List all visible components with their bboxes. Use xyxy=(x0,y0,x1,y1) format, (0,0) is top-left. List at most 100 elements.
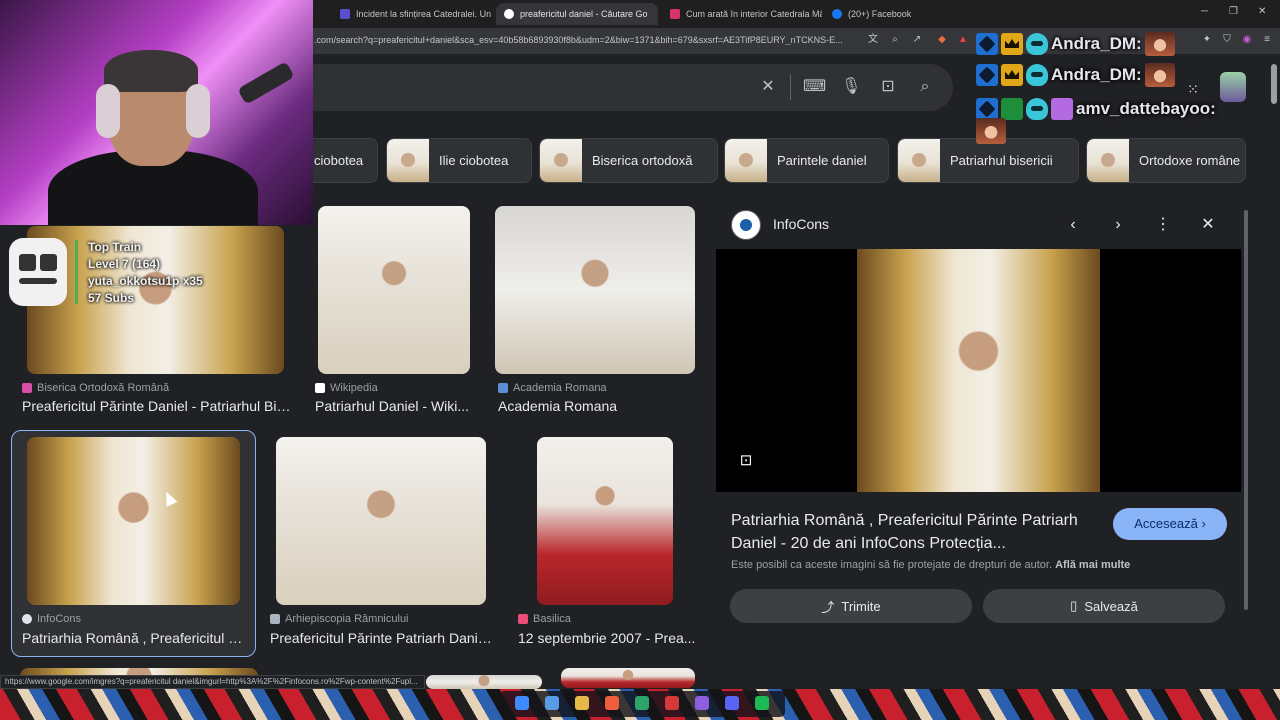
zoom-icon[interactable]: ⌕ xyxy=(888,33,902,47)
google-icon xyxy=(504,9,514,19)
panel-scrollbar[interactable] xyxy=(1244,210,1248,610)
chevron-right-icon: › xyxy=(1201,516,1206,531)
chevron-right-icon[interactable]: › xyxy=(1107,214,1129,236)
chip-ortodoxe-romane[interactable]: Ortodoxe române xyxy=(1086,138,1246,183)
tab-catedrala[interactable]: Cum arată în interior Catedrala Mânt xyxy=(662,3,822,25)
chip-label: Biserica ortodoxă xyxy=(592,153,693,168)
result-image[interactable] xyxy=(537,437,673,605)
brave-icon[interactable] xyxy=(605,696,619,710)
result-title[interactable]: Preafericitul Părinte Daniel - Patriarhu… xyxy=(22,398,292,414)
chip-thumbnail xyxy=(898,139,940,182)
vpn-icon[interactable]: ◉ xyxy=(1240,33,1254,47)
source-favicon-icon xyxy=(498,383,508,393)
source-name: Basilica xyxy=(533,613,571,625)
chip-biserica-ortodoxa[interactable]: Biserica ortodoxă xyxy=(539,138,718,183)
result-image[interactable] xyxy=(27,437,240,605)
share-icon: ⤴ xyxy=(821,599,835,615)
microphone-arm xyxy=(237,61,295,105)
result-title[interactable]: Patriarhia Română , Preafericitul P... xyxy=(22,630,247,646)
extension-icon[interactable]: ✦ xyxy=(1200,33,1214,47)
minimize-icon[interactable]: ─ xyxy=(1201,6,1208,17)
shield-icon[interactable]: ⛉ xyxy=(1220,33,1234,47)
chip-label: ciobotea xyxy=(314,153,364,168)
apps-grid-icon[interactable]: ⁙ xyxy=(1184,80,1202,98)
result-image[interactable] xyxy=(426,675,542,689)
result-source[interactable]: Wikipedia xyxy=(315,382,378,394)
tab-title: (20+) Facebook xyxy=(848,9,912,19)
chip-label: Ortodoxe române xyxy=(1139,153,1241,168)
source-favicon-icon xyxy=(22,614,32,624)
lens-icon[interactable]: ⊡ xyxy=(878,77,898,97)
share-button[interactable]: ⤴ Trimite xyxy=(730,589,972,623)
clear-search-icon[interactable]: ✕ xyxy=(758,77,778,97)
app-icon[interactable] xyxy=(635,696,649,710)
close-window-icon[interactable]: ✕ xyxy=(1258,6,1266,17)
close-icon[interactable]: ✕ xyxy=(1197,214,1219,236)
maximize-icon[interactable]: ❐ xyxy=(1229,6,1238,17)
result-image[interactable] xyxy=(318,206,470,374)
result-image[interactable] xyxy=(276,437,486,605)
bookmark-icon: ▯ xyxy=(1070,598,1078,613)
preview-image[interactable] xyxy=(857,249,1100,492)
result-source[interactable]: Arhiepiscopia Râmnicului xyxy=(270,613,409,625)
panel-title[interactable]: Patriarhia Română , Preafericitul Părint… xyxy=(731,509,1101,555)
menu-icon[interactable]: ≡ xyxy=(1260,33,1274,47)
chat-username: amv_dattebayoo: xyxy=(1076,99,1216,118)
result-title[interactable]: Academia Romana xyxy=(498,398,688,414)
brave-shield-icon[interactable]: ◆ xyxy=(935,33,949,47)
chevron-left-icon[interactable]: ‹ xyxy=(1062,214,1084,236)
url-field[interactable]: .com/search?q=preafericitul+daniel&sca_e… xyxy=(314,35,859,45)
app-icon[interactable] xyxy=(695,696,709,710)
start-icon[interactable] xyxy=(515,696,529,710)
result-source[interactable]: Biserica Ortodoxă Română xyxy=(22,382,169,394)
chip-patriarhul-bisericii[interactable]: Patriarhul bisericii xyxy=(897,138,1079,183)
search-icon[interactable]: ⌕ xyxy=(915,77,935,97)
file-explorer-icon[interactable] xyxy=(575,696,589,710)
learn-more-link[interactable]: Află mai multe xyxy=(1055,559,1130,571)
result-image[interactable] xyxy=(561,668,695,688)
result-source[interactable]: InfoCons xyxy=(22,613,81,625)
tab-facebook[interactable]: (20+) Facebook xyxy=(824,3,934,25)
result-title[interactable]: Patriarhul Daniel - Wiki... xyxy=(315,398,475,414)
task-view-icon[interactable] xyxy=(545,696,559,710)
page-scrollbar[interactable] xyxy=(1271,64,1277,104)
result-title[interactable]: Preafericitul Părinte Patriarh Danie... xyxy=(270,630,495,646)
eight-g-badge-icon xyxy=(1001,98,1023,120)
app-icon[interactable] xyxy=(755,696,769,710)
result-source[interactable]: Basilica xyxy=(518,613,571,625)
result-title[interactable]: 12 septembrie 2007 - Prea... xyxy=(518,630,696,646)
train-title: Top Train xyxy=(88,240,142,254)
keyboard-icon[interactable]: ⌨ xyxy=(803,77,826,97)
warning-icon[interactable]: ▲ xyxy=(956,33,970,47)
visual-search-icon[interactable]: ⊡ xyxy=(736,451,756,471)
translate-icon[interactable]: 文 xyxy=(866,33,880,47)
chip-label: Parintele daniel xyxy=(777,153,867,168)
chip-label: Ilie ciobotea xyxy=(439,153,509,168)
chip-ilie-ciobotea[interactable]: Ilie ciobotea xyxy=(386,138,532,183)
share-label: Trimite xyxy=(841,598,881,614)
app-icon[interactable] xyxy=(665,696,679,710)
chip-parintele-daniel[interactable]: Parintele daniel xyxy=(724,138,889,183)
more-options-icon[interactable]: ⋮ xyxy=(1152,214,1174,236)
share-page-icon[interactable]: ↗ xyxy=(910,33,924,47)
result-image[interactable] xyxy=(495,206,695,374)
microphone-icon[interactable]: 🎙 xyxy=(841,77,861,97)
result-source[interactable]: Academia Romana xyxy=(498,382,607,394)
chip-thumbnail xyxy=(387,139,429,182)
crown-badge-icon xyxy=(1001,33,1023,55)
alien-badge-icon xyxy=(1026,64,1048,86)
panel-site-name[interactable]: InfoCons xyxy=(773,216,829,232)
news-icon xyxy=(670,9,680,19)
chip-ciobotea[interactable]: ciobotea xyxy=(305,138,378,183)
discord-icon[interactable] xyxy=(725,696,739,710)
site-favicon-icon xyxy=(731,210,761,240)
visit-button[interactable]: Accesează › xyxy=(1113,508,1227,540)
emote-icon xyxy=(1144,63,1175,87)
tab-incident[interactable]: Incident la sfințirea Catedralei. Un bă xyxy=(332,3,494,25)
streamer-beanie xyxy=(104,50,198,92)
chat-message: Andra_DM: xyxy=(976,62,1175,88)
save-button[interactable]: ▯ Salvează xyxy=(983,589,1225,623)
gift-badge-icon xyxy=(1051,98,1073,120)
tab-google-search[interactable]: preafericitul daniel - Căutare Go ✕ xyxy=(496,3,658,25)
source-name: InfoCons xyxy=(37,613,82,625)
